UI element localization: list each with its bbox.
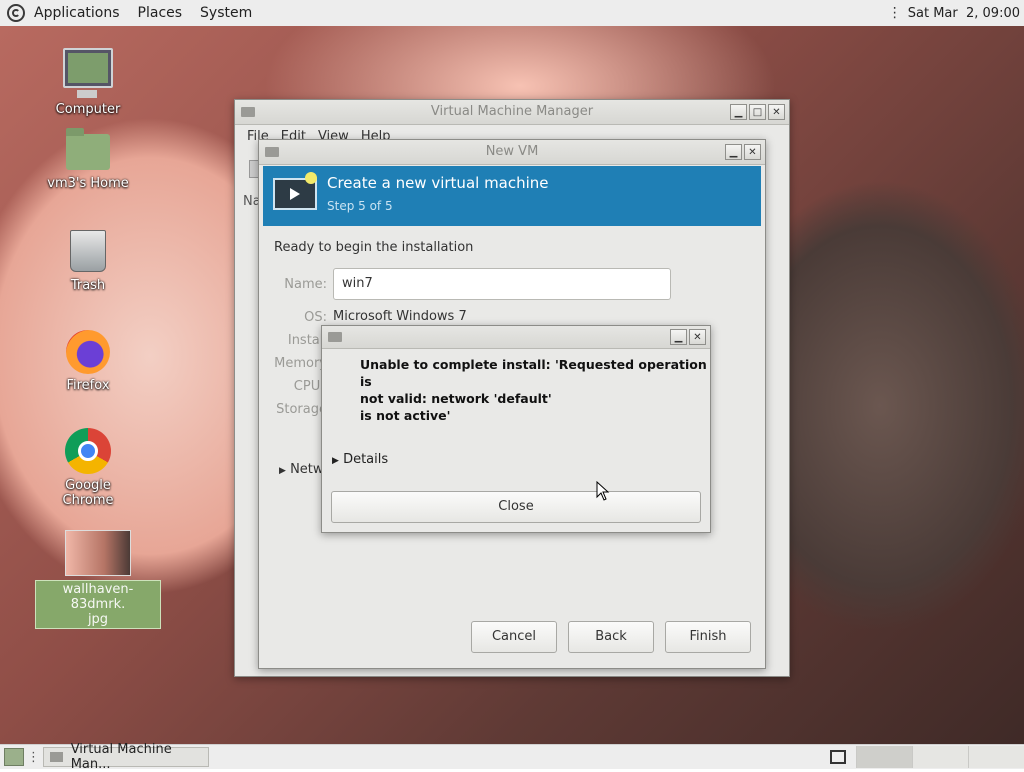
desktop-icon-label: wallhaven-83dmrk. jpg: [35, 580, 161, 629]
network-expander[interactable]: ▶ Netw: [279, 462, 324, 477]
name-input[interactable]: win7: [333, 268, 671, 300]
menu-places[interactable]: Places: [129, 0, 192, 26]
ready-text: Ready to begin the installation: [274, 240, 474, 255]
minimize-button[interactable]: ▁: [725, 144, 742, 160]
storage-label: Storage: [276, 402, 327, 417]
panel-handle-icon[interactable]: ⋮: [27, 750, 40, 765]
close-button[interactable]: ✕: [689, 329, 706, 345]
cancel-button[interactable]: Cancel: [471, 621, 557, 653]
firefox-icon: [66, 330, 110, 374]
bottom-panel: ⋮ Virtual Machine Man...: [0, 742, 1024, 772]
name-label: Name:: [284, 277, 327, 292]
error-message-line: Unable to complete install: 'Requested o…: [360, 357, 707, 389]
expander-arrow-icon: ▶: [332, 456, 339, 466]
desktop-icon-computer[interactable]: Computer: [38, 48, 138, 117]
vmm-title: Virtual Machine Manager: [430, 104, 594, 119]
minimize-button[interactable]: ▁: [670, 329, 687, 345]
window-list-icon[interactable]: [830, 750, 846, 764]
error-dialog: ▁ ✕ Unable to complete install: 'Request…: [321, 325, 711, 533]
menu-system[interactable]: System: [191, 0, 261, 26]
computer-icon: [63, 48, 113, 98]
wizard-header: Create a new virtual machine Step 5 of 5: [263, 166, 761, 226]
desktop-icon-firefox[interactable]: Firefox: [38, 330, 138, 393]
workspace-1[interactable]: [856, 746, 912, 768]
details-expander[interactable]: ▶ Details: [332, 452, 388, 467]
workspace-2[interactable]: [912, 746, 968, 768]
close-button[interactable]: ✕: [744, 144, 761, 160]
top-panel: Applications Places System ⋮ Sat Mar 2, …: [0, 0, 1024, 27]
taskbar-item-vmm[interactable]: Virtual Machine Man...: [43, 742, 209, 772]
os-value: Microsoft Windows 7: [333, 309, 467, 324]
desktop-icon-label: Trash: [70, 278, 106, 293]
minimize-button[interactable]: ▁: [730, 104, 747, 120]
desktop-icon-chrome[interactable]: Google Chrome: [38, 428, 138, 508]
new-vm-title: New VM: [485, 144, 539, 159]
os-label: OS:: [304, 310, 327, 325]
applications-logo-icon[interactable]: [7, 4, 25, 22]
dialog-close-button[interactable]: Close: [331, 491, 701, 523]
desktop-icon-label: Firefox: [66, 378, 110, 393]
error-message: Unable to complete install: 'Requested o…: [360, 356, 710, 424]
wizard-step: Step 5 of 5: [327, 199, 393, 213]
desktop-icon-home[interactable]: vm3's Home: [38, 128, 138, 191]
error-dialog-titlebar[interactable]: ▁ ✕: [322, 326, 710, 349]
image-file-icon: [65, 530, 131, 576]
show-desktop-icon[interactable]: [4, 748, 24, 766]
finish-button[interactable]: Finish: [665, 621, 751, 653]
network-label: Netw: [290, 462, 324, 477]
maximize-button[interactable]: □: [749, 104, 766, 120]
error-message-line: not valid: network 'default': [360, 391, 552, 406]
back-button[interactable]: Back: [568, 621, 654, 653]
new-vm-titlebar[interactable]: New VM ▁ ✕: [259, 140, 765, 165]
expander-arrow-icon: ▶: [279, 466, 286, 476]
desktop-icon-label: vm3's Home: [47, 176, 129, 191]
details-label: Details: [343, 452, 389, 467]
close-button[interactable]: ✕: [768, 104, 785, 120]
wizard-title: Create a new virtual machine: [327, 174, 549, 192]
trash-icon: [70, 230, 106, 272]
panel-handle-icon[interactable]: ⋮: [882, 5, 908, 21]
clock[interactable]: Sat Mar 2, 09:00: [908, 6, 1020, 21]
install-label: Install: [287, 333, 327, 348]
cpus-label: CPUs: [293, 379, 327, 394]
new-star-icon: [305, 172, 317, 184]
desktop-icon-label: Computer: [55, 102, 121, 117]
error-message-line: is not active': [360, 408, 451, 423]
home-folder-icon: [66, 128, 110, 170]
menu-applications[interactable]: Applications: [25, 0, 129, 26]
workspace-3[interactable]: [968, 746, 1024, 768]
desktop-icon-image-file[interactable]: wallhaven-83dmrk. jpg: [34, 530, 162, 629]
memory-label: Memory: [274, 356, 327, 371]
vmm-titlebar[interactable]: Virtual Machine Manager ▁ □ ✕: [235, 100, 789, 125]
mouse-cursor-icon: [596, 481, 610, 501]
desktop-icon-trash[interactable]: Trash: [38, 230, 138, 293]
vmm-task-icon: [50, 752, 63, 762]
desktop-icon-label: Google Chrome: [62, 478, 114, 508]
dialog-window-icon: [328, 332, 342, 342]
chrome-icon: [65, 428, 111, 474]
